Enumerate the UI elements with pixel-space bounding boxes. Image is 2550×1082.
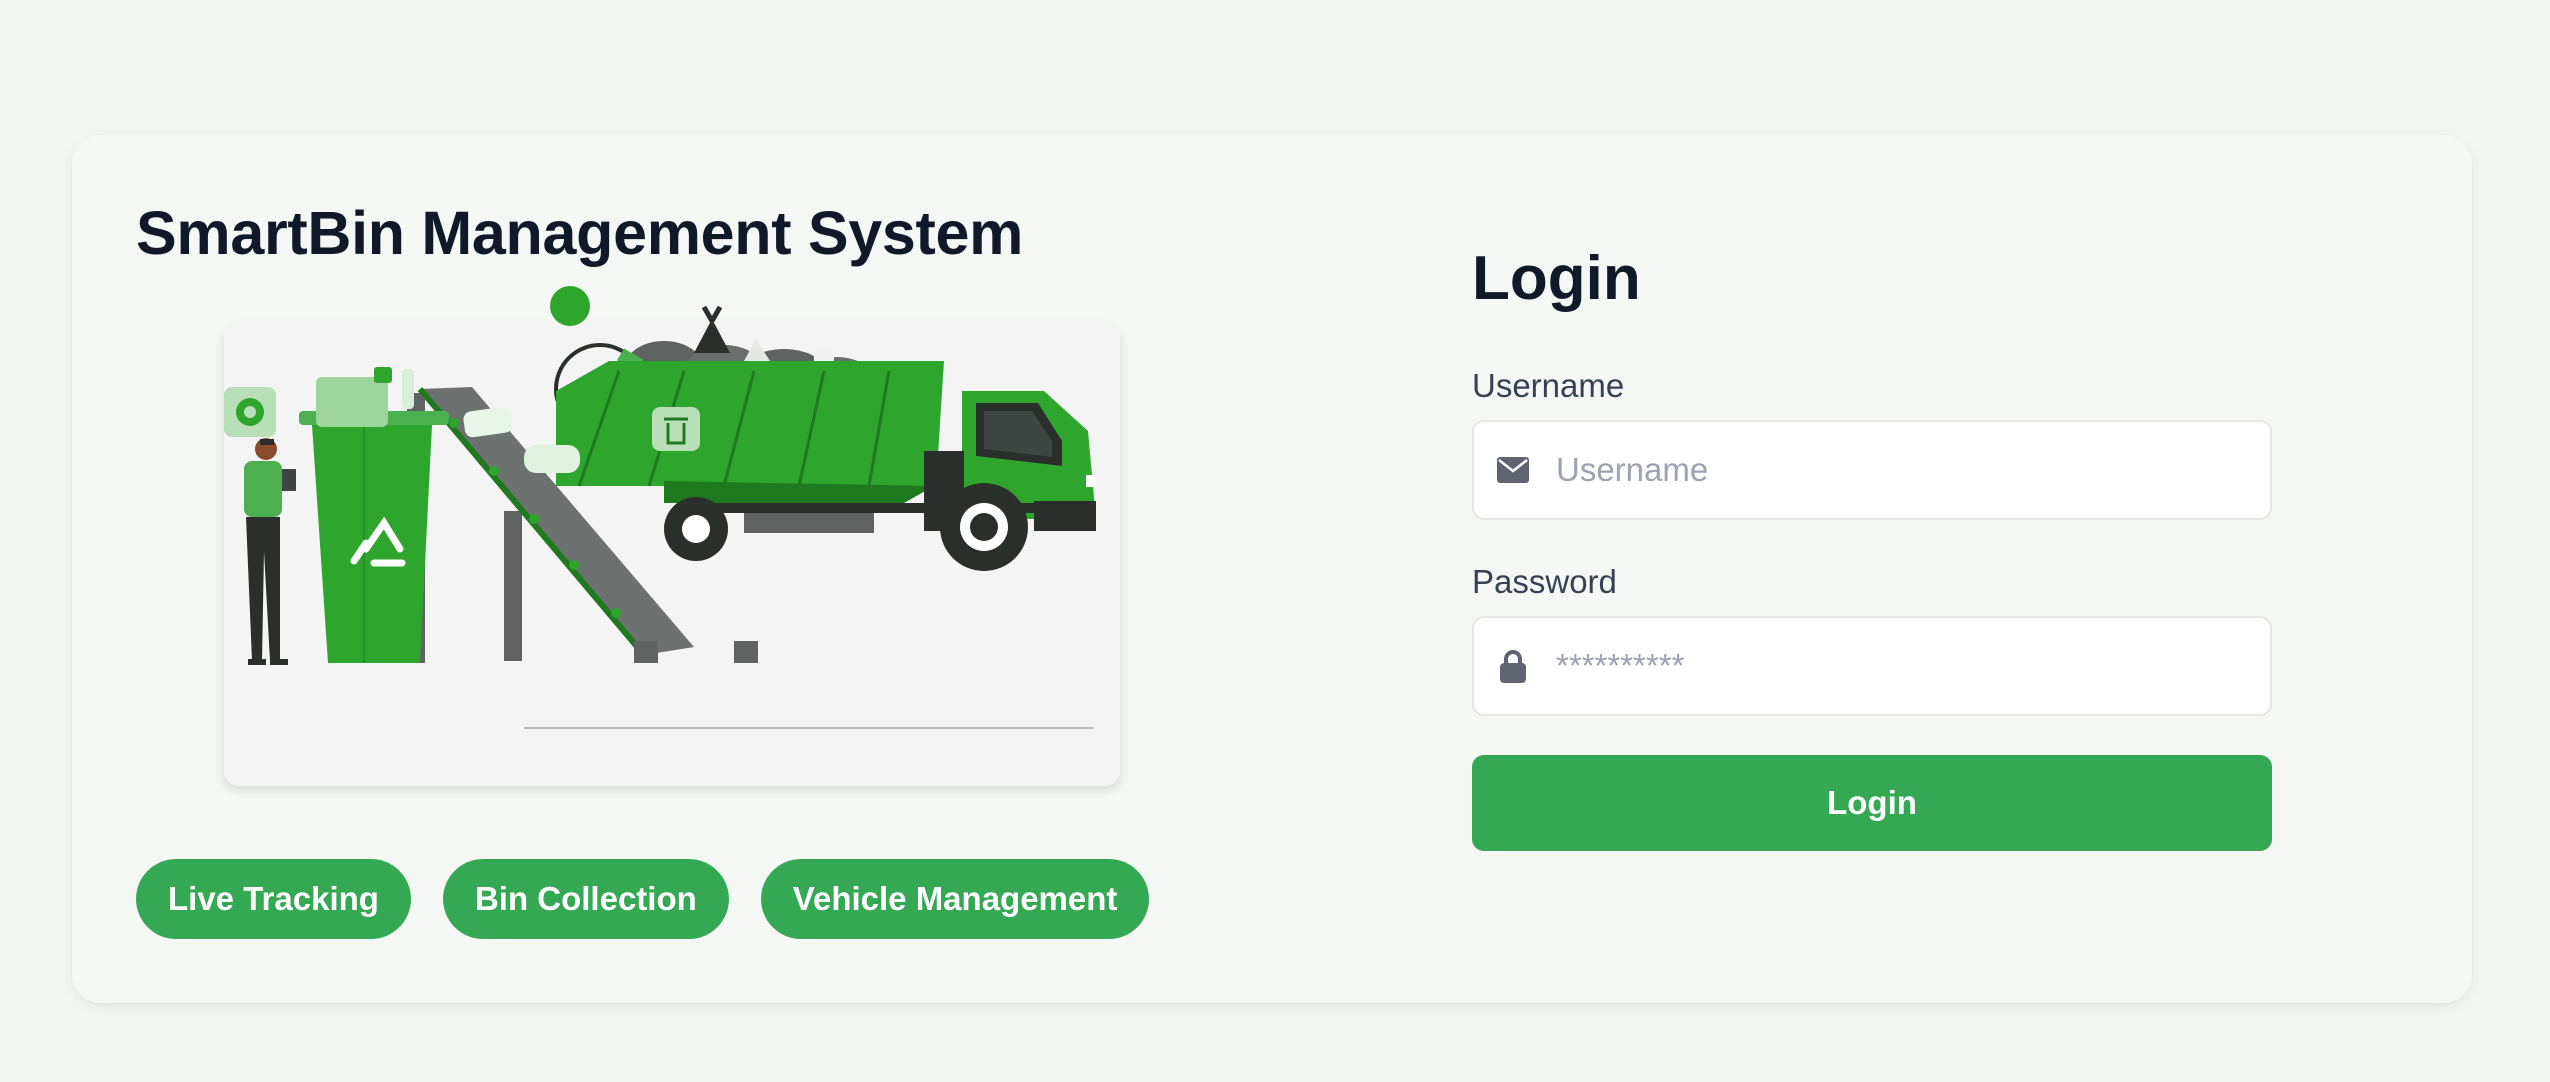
chip-vehicle-management[interactable]: Vehicle Management (760, 859, 1150, 939)
login-card: SmartBin Management System Live Tracking… (72, 135, 2472, 1003)
garbage-truck-graphic (224, 286, 1096, 729)
feature-chips: Live Tracking Bin Collection Vehicle Man… (136, 859, 1150, 939)
username-input[interactable] (1556, 451, 2236, 489)
login-form: Login Username Password Login (1472, 135, 2272, 1003)
lock-icon (1496, 649, 1530, 683)
password-input[interactable] (1556, 647, 2236, 685)
app-title: SmartBin Management System (136, 199, 1024, 267)
password-field (1472, 616, 2272, 716)
password-label: Password (1472, 563, 1617, 600)
garbage-truck-illustration (224, 286, 1120, 786)
username-label: Username (1472, 367, 1625, 404)
username-field (1472, 420, 2272, 520)
chip-live-tracking[interactable]: Live Tracking (136, 859, 411, 939)
branding-panel: SmartBin Management System Live Tracking… (136, 135, 1236, 1003)
login-heading: Login (1472, 244, 1641, 313)
chip-bin-collection[interactable]: Bin Collection (442, 859, 729, 939)
envelope-icon (1496, 453, 1530, 487)
login-button[interactable]: Login (1472, 755, 2272, 851)
